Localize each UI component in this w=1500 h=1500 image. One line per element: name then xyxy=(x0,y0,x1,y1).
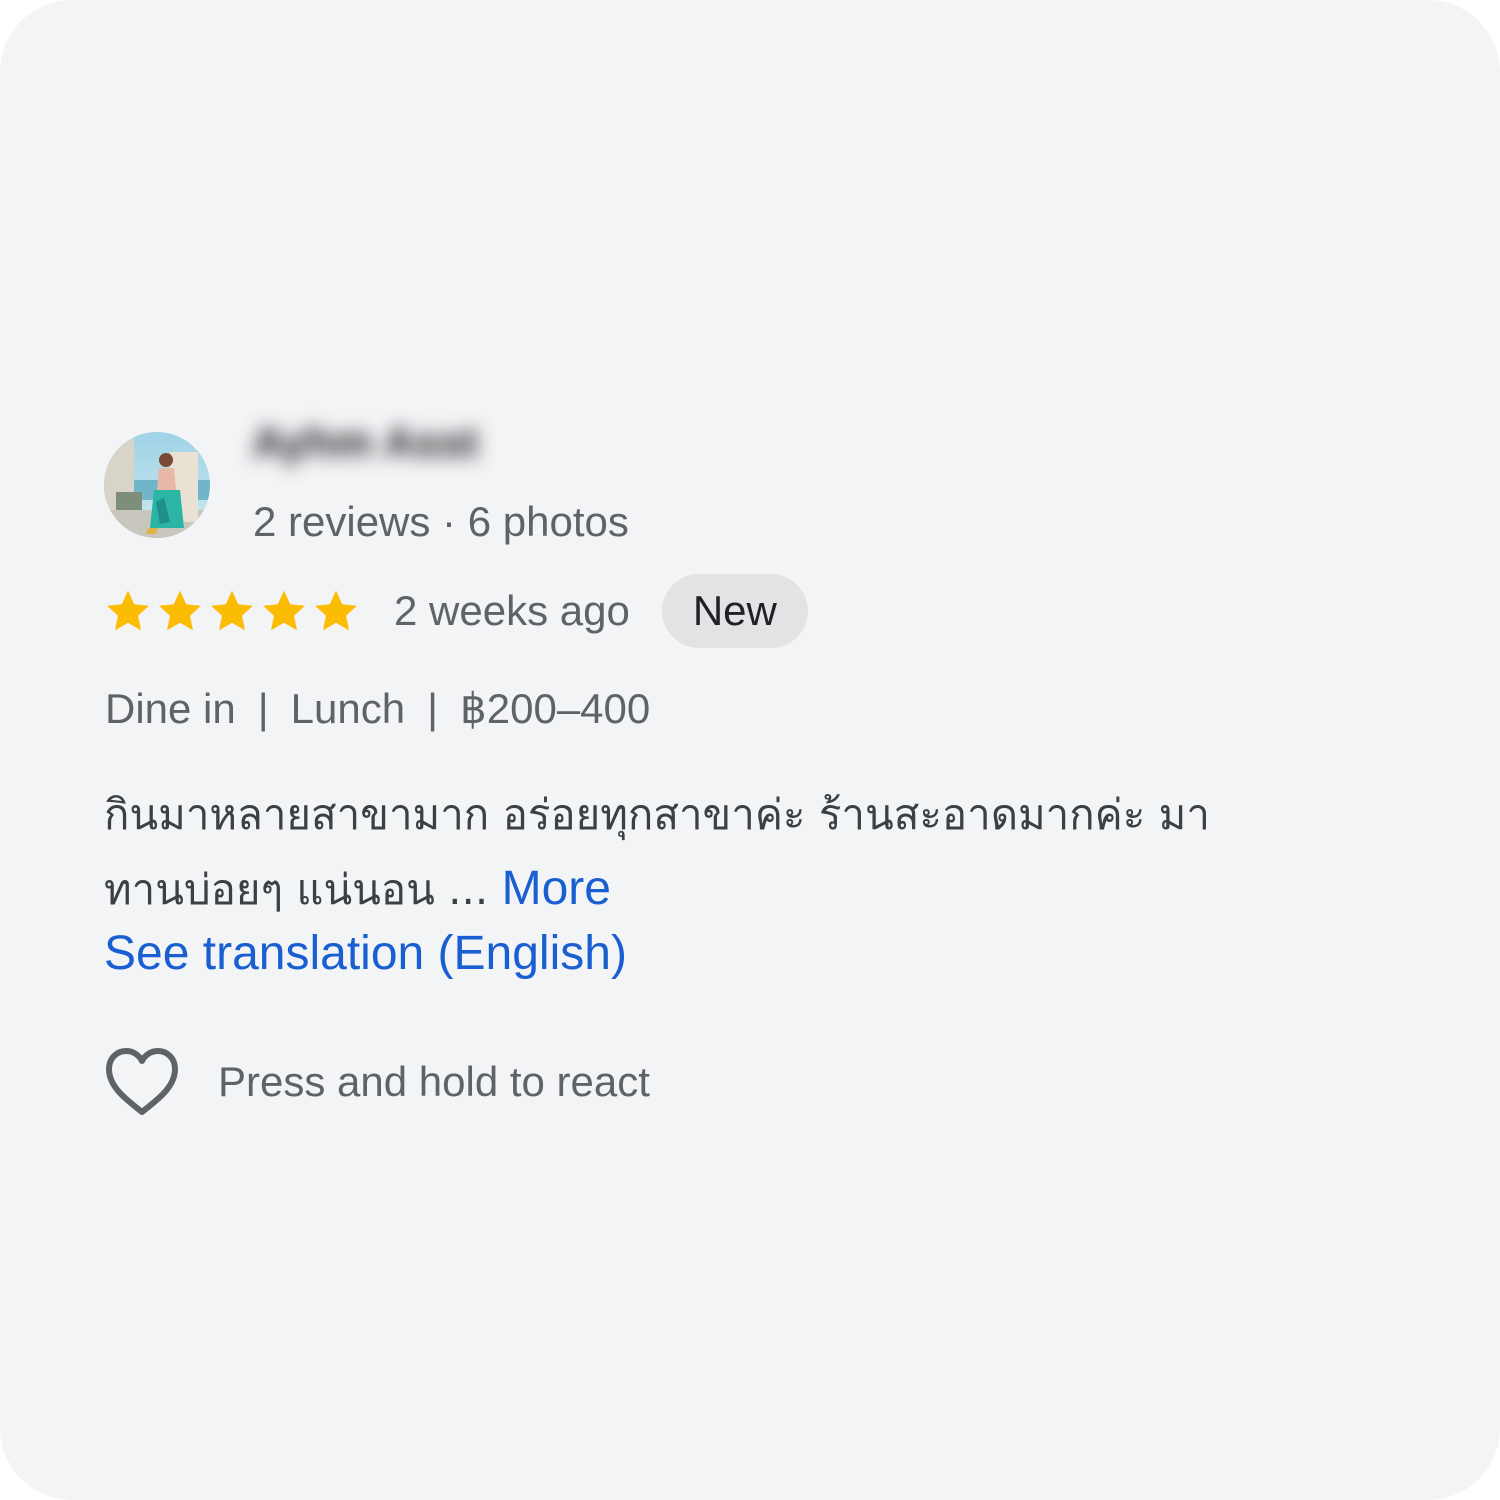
star-icon xyxy=(315,590,357,631)
tag-price: ฿200–400 xyxy=(460,685,651,732)
heart-icon xyxy=(106,1048,178,1115)
react-button[interactable]: Press and hold to react xyxy=(104,1046,650,1118)
reviewer-name[interactable]: Ayhm Asst xyxy=(252,418,479,468)
tag-separator: | xyxy=(427,684,439,732)
review-text-line: กินมาหลายสาขามาก อร่อยทุกสาขาค่ะ ร้านสะอ… xyxy=(104,790,1210,839)
reviewer-stats: 2 reviews · 6 photos xyxy=(253,498,629,545)
avatar-photo xyxy=(104,432,210,538)
tag-service: Dine in xyxy=(105,684,236,732)
review-text-line: ทานบ่อยๆ แน่นอน ... xyxy=(104,865,489,914)
star-rating xyxy=(104,587,364,635)
new-badge: New xyxy=(661,574,808,648)
more-link[interactable]: More xyxy=(502,862,611,915)
star-icon xyxy=(263,590,305,631)
review-text: กินมาหลายสาขามาก อร่อยทุกสาขาค่ะ ร้านสะอ… xyxy=(104,778,1404,927)
tag-separator: | xyxy=(257,684,269,732)
visit-tags: Dine in | Lunch | ฿200–400 xyxy=(105,684,650,733)
rating-row: 2 weeks ago New xyxy=(104,574,808,648)
review-text-line-2: ทานบ่อยๆ แน่นอน ... More xyxy=(104,852,1404,927)
tag-meal: Lunch xyxy=(290,684,406,732)
star-icon xyxy=(211,590,253,631)
star-icon xyxy=(159,590,201,631)
avatar[interactable] xyxy=(104,432,210,538)
review-time: 2 weeks ago xyxy=(394,587,630,634)
see-translation-link[interactable]: See translation (English) xyxy=(104,926,627,981)
star-icon xyxy=(107,590,149,631)
react-label: Press and hold to react xyxy=(218,1058,650,1105)
review-card: Ayhm Asst 2 reviews · 6 photos 2 weeks a… xyxy=(0,0,1500,1500)
